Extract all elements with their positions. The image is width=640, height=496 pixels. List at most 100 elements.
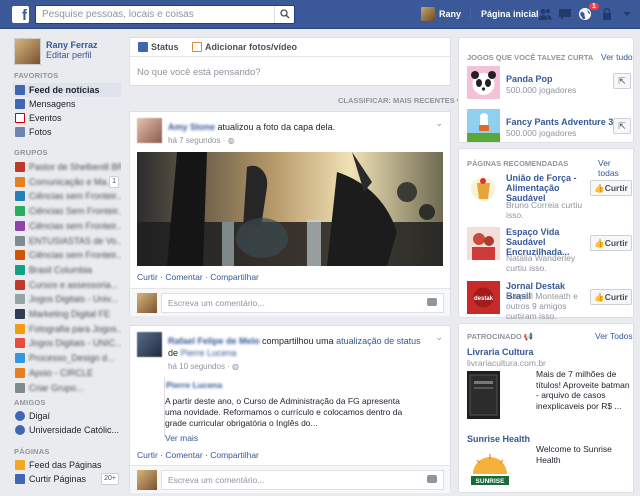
page-title-link[interactable]: União de Força - Alimentação Saudável <box>506 173 588 203</box>
sidebar-item-photos[interactable]: Fotos <box>13 125 121 139</box>
sidebar-item-label: Jogos Digitais - Univ... <box>29 294 118 305</box>
comment-link[interactable]: Comentar <box>165 450 202 460</box>
ad-title-link[interactable]: Livraria Cultura <box>467 347 534 357</box>
sidebar-item-news-feed[interactable]: Feed de notícias <box>13 83 121 97</box>
sidebar-item-group[interactable]: Jogos Digitais - UNIC... <box>13 336 121 350</box>
play-game-button[interactable]: ⇱ <box>613 118 631 134</box>
sidebar-item-group[interactable]: Ciências sem Fronteir... <box>13 219 121 233</box>
sponsored-header: PATROCINADO 📢 <box>467 332 533 341</box>
group-icon <box>15 176 25 187</box>
sidebar-item-group[interactable]: Processo_Design d... <box>13 351 121 365</box>
sidebar-item-group[interactable]: Pastor de Shelbenill BR <box>13 160 121 174</box>
search-input[interactable]: Pesquise pessoas, locais e coisas <box>35 5 295 24</box>
camera-icon[interactable] <box>427 298 437 306</box>
status-input[interactable]: No que você está pensando? <box>137 67 261 78</box>
profile-name-link[interactable]: Rany Ferraz <box>46 40 98 50</box>
sidebar-item-group[interactable]: Ciências Sem Fronteir... <box>13 204 121 218</box>
search-button[interactable] <box>274 6 294 23</box>
panda-pop-thumbnail[interactable] <box>467 66 500 99</box>
sidebar-item-group[interactable]: Ciências sem Fronteir... <box>13 248 121 262</box>
shared-author-link[interactable]: Pierre Lucena <box>166 380 222 390</box>
sidebar-item-pages-feed[interactable]: Feed das Páginas <box>13 458 121 472</box>
comment-input[interactable]: Escreva um comentário... <box>161 293 444 313</box>
home-link[interactable]: Página inicial <box>470 9 539 19</box>
game-title-link[interactable]: Fancy Pants Adventure 3 <box>506 117 613 127</box>
news-feed-icon <box>15 85 25 95</box>
post-options-chevron-icon[interactable]: ⌄ <box>435 118 443 129</box>
sidebar-item-digai[interactable]: Digaí <box>13 409 121 423</box>
privacy-lock-icon[interactable] <box>600 7 614 21</box>
tab-label: Status <box>151 42 179 52</box>
sidebar-item-messages[interactable]: Mensagens <box>13 97 121 111</box>
fancy-pants-thumbnail[interactable] <box>467 109 500 142</box>
sidebar-item-group[interactable]: Comunicação e Ma... 1 <box>13 175 121 189</box>
sidebar-item-group[interactable]: Apoio - CIRCLE <box>13 366 121 380</box>
sidebar-item-group[interactable]: Brasil Columbia <box>13 263 121 277</box>
like-link[interactable]: Curtir <box>137 450 158 460</box>
page-thumbnail[interactable] <box>467 173 500 206</box>
like-page-button[interactable]: 👍Curtir <box>590 180 632 196</box>
sidebar-item-label: Jogos Digitais - UNIC... <box>29 338 121 349</box>
post-photo[interactable] <box>137 152 443 266</box>
sidebar-item-group[interactable]: Fotografia para Jogos... <box>13 322 121 336</box>
author-link[interactable]: Amy Stone <box>168 122 215 132</box>
ad-title-link[interactable]: Sunrise Health <box>467 434 530 444</box>
post-options-chevron-icon[interactable]: ⌄ <box>435 332 443 343</box>
author-avatar[interactable] <box>137 118 162 143</box>
group-icon <box>15 309 25 319</box>
share-link[interactable]: Compartilhar <box>210 272 259 282</box>
account-menu-icon[interactable] <box>620 7 634 21</box>
sidebar-item-group[interactable]: Marketing Digital FE <box>13 307 121 321</box>
sidebar-item-group[interactable]: Cursos e assessoria... <box>13 278 121 292</box>
messages-icon[interactable] <box>558 7 572 21</box>
profile-avatar[interactable] <box>14 38 41 65</box>
share-link[interactable]: Compartilhar <box>210 450 259 460</box>
post-time[interactable]: há 7 segundos · ◍ <box>168 136 235 145</box>
sidebar-item-events[interactable]: Eventos <box>13 111 121 125</box>
camera-icon[interactable] <box>427 475 437 483</box>
edit-profile-link[interactable]: Editar perfil <box>46 50 92 60</box>
profile-link[interactable]: Rany <box>439 9 461 19</box>
sidebar-item-universidade[interactable]: Universidade Católic... <box>13 423 121 437</box>
status-update-link[interactable]: atualização de status <box>336 336 421 346</box>
like-page-button[interactable]: 👍Curtir <box>590 289 632 305</box>
post-time[interactable]: há 10 segundos · ◍ <box>168 362 239 371</box>
pages-see-all-link[interactable]: Ver todas <box>598 158 633 178</box>
ad-image[interactable] <box>467 371 500 419</box>
tab-status[interactable]: Status <box>138 42 179 52</box>
game-title-link[interactable]: Panda Pop <box>506 74 553 84</box>
facebook-logo[interactable]: f <box>12 6 29 24</box>
friend-requests-icon[interactable] <box>538 7 552 21</box>
post-action: de <box>168 348 181 358</box>
calendar-icon <box>15 113 25 123</box>
tab-add-photo[interactable]: Adicionar fotos/vídeo <box>192 42 297 52</box>
comment-input[interactable]: Escreva um comentário... <box>161 470 444 490</box>
sidebar-item-label: ENTUSIASTAS de Vo... <box>29 235 121 246</box>
play-game-button[interactable]: ⇱ <box>613 73 631 89</box>
sponsored-see-all-link[interactable]: Ver Todos <box>595 331 633 341</box>
user-avatar[interactable] <box>421 7 435 21</box>
like-link[interactable]: Curtir <box>137 272 158 282</box>
author-avatar[interactable] <box>137 332 162 357</box>
sort-feed-dropdown[interactable]: CLASSIFICAR: MAIS RECENTES ▾ <box>338 96 461 105</box>
group-icon <box>15 264 25 275</box>
see-more-link[interactable]: Ver mais <box>165 433 198 443</box>
sidebar-item-group[interactable]: Jogos Digitais - Univ... <box>13 292 121 306</box>
sidebar-item-group[interactable]: Ciências sem Fronteir... <box>13 189 121 203</box>
sidebar-item-group[interactable]: ENTUSIASTAS de Vo... <box>13 234 121 248</box>
comment-link[interactable]: Comentar <box>165 272 202 282</box>
ad-url: livrariacultura.com.br <box>467 358 546 368</box>
pages-feed-icon <box>15 460 25 470</box>
sidebar-item-group[interactable]: Criar Grupo... <box>13 381 121 395</box>
sunrise-logo-image[interactable]: SUNRISE <box>467 448 513 490</box>
pencil-icon <box>138 42 148 52</box>
page-thumbnail[interactable]: destak <box>467 281 500 314</box>
button-label: Curtir <box>604 238 628 248</box>
author-link[interactable]: Rafael Felipe de Melo <box>168 336 260 346</box>
like-page-button[interactable]: 👍Curtir <box>590 235 632 251</box>
sidebar-item-label: Fotos <box>29 127 52 137</box>
target-link[interactable]: Pierre Lucena <box>181 348 237 358</box>
games-see-all-link[interactable]: Ver tudo <box>601 52 633 62</box>
sidebar-item-like-pages[interactable]: Curtir Páginas 20+ <box>13 472 121 486</box>
page-thumbnail[interactable] <box>467 227 500 260</box>
